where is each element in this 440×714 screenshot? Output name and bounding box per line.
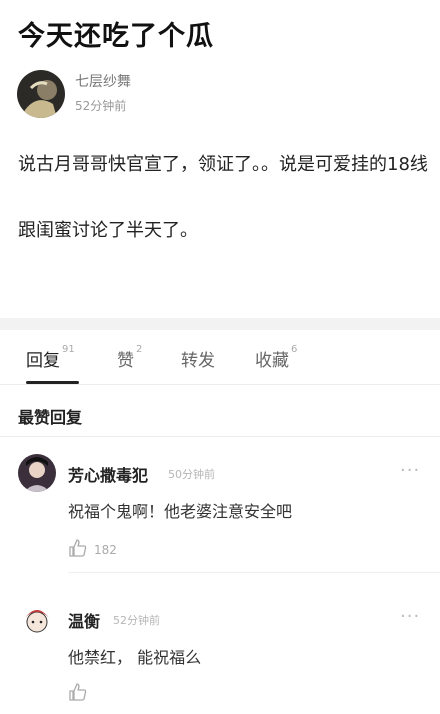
commenter-avatar[interactable] (18, 600, 56, 638)
more-dots-icon[interactable]: ··· (400, 460, 420, 481)
tab-label: 转发 (181, 351, 215, 371)
comment-text: 他禁红， 能祝福么 (68, 648, 202, 667)
like-count: 182 (94, 543, 117, 557)
post-paragraph: 说古月哥哥快官宣了，领证了。。说是可爱挂的18线 (18, 154, 428, 175)
divider (0, 436, 440, 437)
comment-timestamp: 52分钟前 (113, 614, 160, 627)
comment-text: 祝福个鬼啊！他老婆注意安全吧 (68, 502, 293, 521)
commenter-name[interactable]: 温衡 (68, 608, 100, 632)
like-button[interactable] (68, 682, 94, 706)
section-heading: 最赞回复 (18, 408, 83, 427)
thumbs-up-icon (68, 682, 88, 706)
tab-favorites[interactable]: 收藏6 (255, 344, 298, 371)
author-avatar[interactable] (17, 70, 65, 118)
tab-count: 6 (291, 344, 298, 355)
author-name[interactable]: 七层纱舞 (75, 73, 131, 91)
tab-reposts[interactable]: 转发 (181, 346, 217, 371)
tab-replies[interactable]: 回复91 (26, 344, 75, 371)
post-timestamp: 52分钟前 (75, 99, 127, 113)
tab-count: 91 (62, 344, 75, 355)
tab-label: 赞 (117, 351, 134, 371)
commenter-avatar[interactable] (18, 454, 56, 492)
tab-label: 收藏 (255, 351, 289, 371)
section-gap (0, 318, 440, 330)
tab-bar: 回复91 赞2 转发 收藏6 (0, 330, 440, 384)
like-button[interactable]: 182 (68, 538, 117, 562)
comment-timestamp: 50分钟前 (168, 468, 215, 481)
tab-label: 回复 (26, 351, 60, 371)
thumbs-up-icon (68, 538, 88, 562)
author-block[interactable]: 七层纱舞 52分钟前 (17, 70, 131, 118)
commenter-name[interactable]: 芳心撒毒犯 (68, 462, 148, 486)
divider (68, 572, 440, 573)
divider (0, 384, 440, 385)
post-title: 今天还吃了个瓜 (18, 21, 214, 52)
post-paragraph: 跟闺蜜讨论了半天了。 (18, 220, 198, 241)
post-body: 说古月哥哥快官宣了，领证了。。说是可爱挂的18线 跟闺蜜讨论了半天了。 (18, 148, 428, 248)
tab-count: 2 (136, 344, 143, 355)
tab-likes[interactable]: 赞2 (117, 344, 143, 371)
more-dots-icon[interactable]: ··· (400, 606, 420, 627)
